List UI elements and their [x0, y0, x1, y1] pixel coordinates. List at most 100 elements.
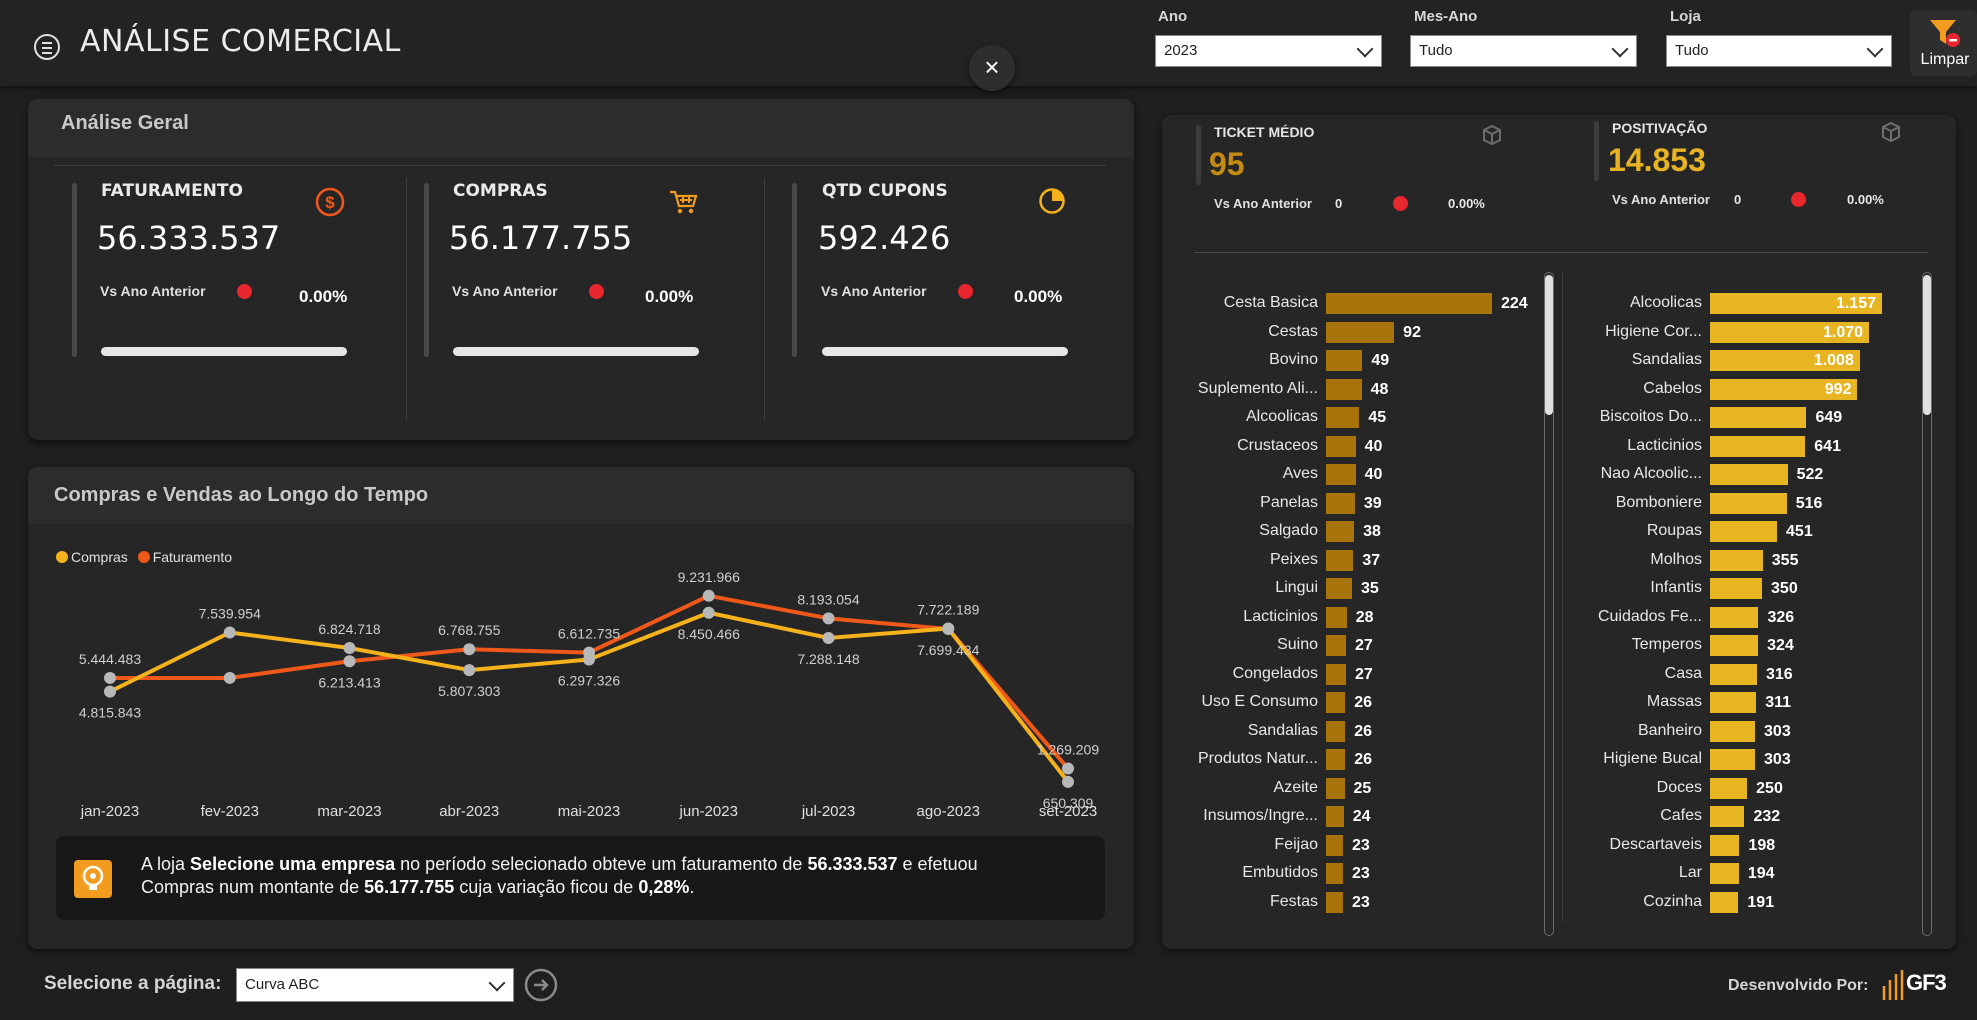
category-bar-row[interactable]: Uso E Consumo 26 — [1170, 690, 1552, 716]
category-bar[interactable] — [1326, 350, 1363, 371]
category-bar-row[interactable]: Cafes 232 — [1572, 804, 1916, 830]
scrollbar-right[interactable] — [1922, 272, 1932, 936]
category-bar-row[interactable]: Salgado 38 — [1170, 519, 1552, 545]
data-point-faturamento[interactable] — [463, 643, 476, 656]
category-bar[interactable] — [1710, 663, 1757, 685]
category-bar-row[interactable]: Nao Alcoolic... 522 — [1572, 462, 1916, 488]
category-bar[interactable] — [1326, 378, 1362, 400]
category-bar-row[interactable]: Lingui 35 — [1170, 576, 1552, 602]
data-point-compras[interactable] — [104, 685, 116, 698]
category-bar[interactable] — [1326, 891, 1344, 913]
category-bar-row[interactable]: Banheiro 303 — [1572, 719, 1916, 745]
filter-year-select[interactable]: 2023 — [1155, 35, 1382, 67]
category-bar-row[interactable]: Higiene Bucal 303 — [1572, 747, 1916, 773]
filter-month-select[interactable]: Tudo — [1410, 35, 1637, 67]
category-bar-row[interactable]: Infantis 350 — [1572, 576, 1916, 602]
category-bar-row[interactable]: Suplemento Ali... 48 — [1170, 377, 1552, 403]
category-bar-row[interactable]: Bomboniere 516 — [1572, 491, 1916, 517]
category-bar-row[interactable]: Temperos 324 — [1572, 633, 1916, 659]
category-bar-row[interactable]: Sandalias 1.008 — [1572, 348, 1916, 374]
category-bar[interactable] — [1326, 834, 1344, 856]
data-point-compras[interactable] — [223, 626, 236, 639]
category-bar-row[interactable]: Insumos/Ingre... 24 — [1170, 804, 1552, 830]
category-bar-row[interactable]: Higiene Cor... 1.070 — [1572, 320, 1916, 346]
page-select[interactable]: Curva ABC — [236, 968, 514, 1002]
category-bar-row[interactable]: Lacticinios 641 — [1572, 434, 1916, 460]
category-bar[interactable] — [1326, 720, 1346, 742]
category-bar[interactable] — [1326, 492, 1355, 514]
data-point-compras[interactable] — [463, 664, 476, 677]
category-bar-row[interactable]: Festas 23 — [1170, 890, 1552, 916]
category-bar[interactable] — [1710, 720, 1756, 742]
data-point-compras[interactable] — [343, 642, 356, 655]
clear-filters-button[interactable]: Limpar — [1910, 10, 1977, 76]
category-bar-row[interactable]: Molhos 355 — [1572, 548, 1916, 574]
category-bar-row[interactable]: Lacticinios 28 — [1170, 605, 1552, 631]
scrollbar-thumb[interactable] — [1923, 275, 1931, 415]
category-bar-row[interactable]: Aves 40 — [1170, 462, 1552, 488]
category-bar-row[interactable]: Azeite 25 — [1170, 776, 1552, 802]
category-bar-row[interactable]: Roupas 451 — [1572, 519, 1916, 545]
category-bar-row[interactable]: Cestas 92 — [1170, 320, 1552, 346]
category-bar[interactable] — [1326, 464, 1356, 485]
category-bar-row[interactable]: Massas 311 — [1572, 690, 1916, 716]
category-bar[interactable] — [1326, 806, 1344, 827]
category-bar[interactable] — [1326, 578, 1352, 599]
category-bar[interactable] — [1710, 635, 1759, 656]
data-point-faturamento[interactable] — [942, 623, 955, 636]
category-bar-row[interactable]: Sandalias 26 — [1170, 719, 1552, 745]
hamburger-menu-icon[interactable] — [34, 34, 60, 60]
category-bar[interactable] — [1326, 549, 1354, 571]
data-point-faturamento[interactable] — [822, 612, 835, 625]
data-point-faturamento[interactable] — [343, 655, 356, 668]
category-bar-row[interactable]: Suino 27 — [1170, 633, 1552, 659]
category-bar[interactable] — [1710, 578, 1763, 599]
category-bar[interactable] — [1710, 692, 1757, 713]
category-bar-row[interactable]: Cuidados Fe... 326 — [1572, 605, 1916, 631]
category-bar-row[interactable]: Descartaveis 198 — [1572, 833, 1916, 859]
category-bar-row[interactable]: Casa 316 — [1572, 662, 1916, 688]
category-bar[interactable] — [1710, 606, 1759, 628]
category-bar[interactable] — [1710, 863, 1739, 884]
category-bar-row[interactable]: Lar 194 — [1572, 861, 1916, 887]
category-bar-row[interactable]: Alcoolicas 45 — [1170, 405, 1552, 431]
category-bar-row[interactable]: Embutidos 23 — [1170, 861, 1552, 887]
category-bar[interactable] — [1326, 863, 1344, 884]
category-bar[interactable] — [1710, 464, 1788, 485]
data-point-compras[interactable] — [1062, 775, 1074, 788]
scrollbar-left[interactable] — [1544, 272, 1554, 936]
category-bar[interactable] — [1710, 407, 1807, 428]
category-bar[interactable] — [1710, 435, 1806, 457]
category-bar-row[interactable]: Produtos Natur... 26 — [1170, 747, 1552, 773]
category-bar[interactable] — [1710, 749, 1756, 770]
category-bar-row[interactable]: Peixes 37 — [1170, 548, 1552, 574]
data-point-faturamento[interactable] — [702, 589, 715, 602]
category-bar[interactable] — [1326, 777, 1345, 799]
category-bar[interactable] — [1326, 321, 1395, 343]
category-bar[interactable] — [1326, 435, 1356, 457]
category-bar-row[interactable]: Panelas 39 — [1170, 491, 1552, 517]
category-bar-row[interactable]: Cesta Basica 224 — [1170, 291, 1552, 317]
category-bar[interactable] — [1710, 492, 1787, 514]
category-bar-row[interactable]: Congelados 27 — [1170, 662, 1552, 688]
category-bar[interactable] — [1326, 606, 1347, 628]
data-point-faturamento[interactable] — [223, 671, 236, 684]
category-bar[interactable] — [1326, 663, 1346, 685]
category-bar-row[interactable]: Feijao 23 — [1170, 833, 1552, 859]
category-bar[interactable] — [1326, 407, 1360, 428]
category-bar[interactable] — [1326, 521, 1355, 542]
category-bar[interactable] — [1710, 891, 1739, 913]
close-button[interactable]: × — [969, 45, 1015, 91]
data-point-faturamento[interactable] — [104, 671, 116, 684]
category-bar-row[interactable]: Cabelos 992 — [1572, 377, 1916, 403]
category-bar[interactable] — [1710, 806, 1745, 827]
category-bar-row[interactable]: Alcoolicas 1.157 — [1572, 291, 1916, 317]
category-bar[interactable] — [1710, 777, 1748, 799]
category-bar[interactable] — [1710, 549, 1763, 571]
category-bar[interactable] — [1326, 749, 1346, 770]
category-bar-row[interactable]: Bovino 49 — [1170, 348, 1552, 374]
category-bar-row[interactable]: Crustaceos 40 — [1170, 434, 1552, 460]
category-bar[interactable] — [1710, 834, 1740, 856]
filter-store-select[interactable]: Tudo — [1666, 35, 1892, 67]
data-point-compras[interactable] — [822, 631, 835, 644]
